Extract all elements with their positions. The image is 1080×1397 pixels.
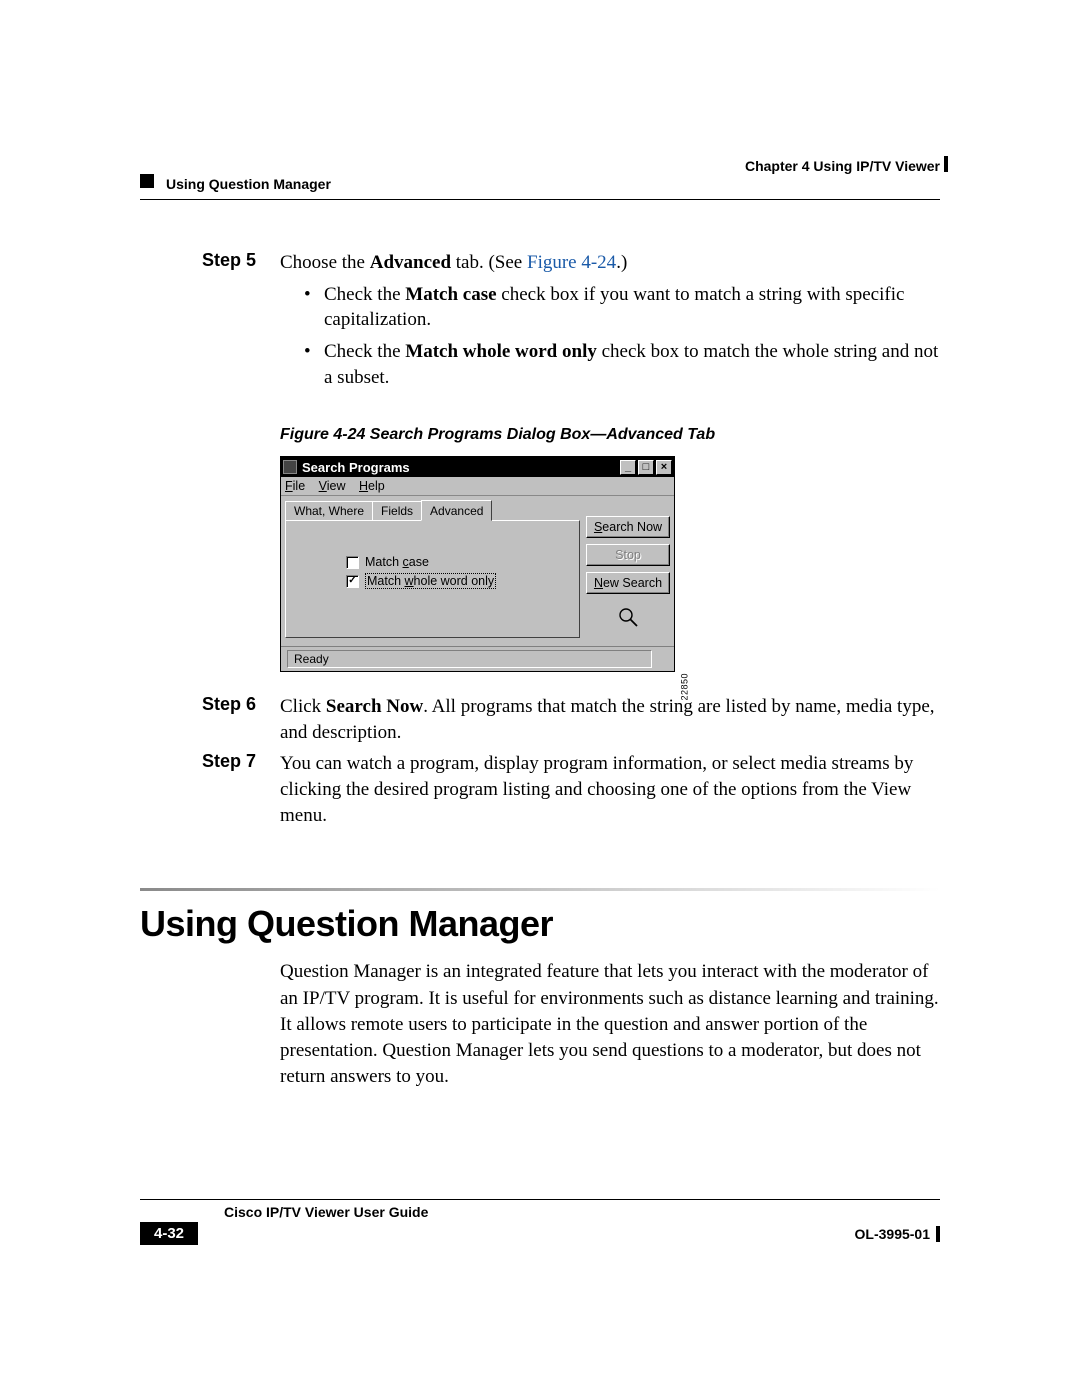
app-icon bbox=[283, 460, 297, 474]
titlebar: Search Programs _ □ × bbox=[281, 457, 674, 477]
step-5-bullets: Check the Match case check box if you wa… bbox=[280, 282, 940, 391]
qm-intro-paragraph: Question Manager is an integrated featur… bbox=[280, 959, 940, 1090]
bullet-item: Check the Match whole word only check bo… bbox=[304, 339, 940, 390]
magnifier-icon bbox=[617, 606, 639, 628]
status-bar: Ready bbox=[281, 646, 674, 671]
text: .) bbox=[616, 252, 627, 273]
footer-guide-title: Cisco IP/TV Viewer User Guide bbox=[224, 1204, 940, 1220]
tab-advanced[interactable]: Advanced bbox=[421, 500, 492, 521]
document-number: OL-3995-01 bbox=[855, 1226, 930, 1242]
section-label: Using Question Manager bbox=[166, 176, 331, 192]
text-bold: Search Now bbox=[326, 696, 423, 717]
text: Choose the bbox=[280, 252, 370, 273]
dialog-body: What, Where Fields Advanced Match case M… bbox=[281, 496, 674, 646]
bullet-item: Check the Match case check box if you wa… bbox=[304, 282, 940, 333]
resize-grip-icon bbox=[652, 650, 668, 668]
figure-4-24: Search Programs _ □ × File View Help Wha… bbox=[280, 456, 940, 672]
stop-button: Stop bbox=[586, 544, 670, 566]
tab-panel-advanced: Match case Match whole word only bbox=[285, 520, 580, 638]
side-buttons: Search Now Stop New Search bbox=[586, 500, 670, 642]
tab-fields[interactable]: Fields bbox=[372, 501, 422, 520]
match-case-label: Match case bbox=[365, 555, 429, 569]
figure-caption: Figure 4-24 Search Programs Dialog Box—A… bbox=[280, 426, 940, 444]
new-search-button[interactable]: New Search bbox=[586, 572, 670, 594]
match-case-checkbox[interactable] bbox=[346, 556, 359, 569]
step-7-body: You can watch a program, display program… bbox=[280, 751, 940, 828]
header-square-icon bbox=[140, 174, 154, 188]
text: Check the bbox=[324, 284, 405, 305]
menu-bar: File View Help bbox=[281, 477, 674, 496]
close-button[interactable]: × bbox=[656, 460, 672, 475]
running-header: Chapter 4 Using IP/TV Viewer Using Quest… bbox=[140, 160, 940, 200]
step-5-label: Step 5 bbox=[140, 250, 280, 396]
step-6: Step 6 Click Search Now. All programs th… bbox=[140, 694, 940, 745]
text-bold: Match whole word only bbox=[405, 341, 597, 362]
maximize-button[interactable]: □ bbox=[638, 460, 654, 475]
step-5-body: Choose the Advanced tab. (See Figure 4-2… bbox=[280, 250, 940, 396]
text-bold: Match case bbox=[405, 284, 496, 305]
chapter-label: Chapter 4 Using IP/TV Viewer bbox=[745, 158, 940, 174]
running-footer: Cisco IP/TV Viewer User Guide 4-32 OL-39… bbox=[140, 1199, 940, 1245]
section-divider bbox=[140, 888, 940, 891]
text: Check the bbox=[324, 341, 405, 362]
menu-file[interactable]: File bbox=[285, 479, 305, 493]
footer-accent-bar bbox=[936, 1226, 940, 1242]
match-whole-word-row: Match whole word only bbox=[346, 573, 579, 589]
menu-help[interactable]: Help bbox=[359, 479, 385, 493]
match-case-row: Match case bbox=[346, 555, 579, 569]
step-6-body: Click Search Now. All programs that matc… bbox=[280, 694, 940, 745]
menu-view[interactable]: View bbox=[319, 479, 346, 493]
figure-id-label: 22850 bbox=[680, 673, 690, 701]
dialog-title: Search Programs bbox=[302, 460, 618, 475]
figure-link[interactable]: Figure 4-24 bbox=[527, 252, 616, 273]
match-whole-word-label: Match whole word only bbox=[365, 573, 496, 589]
minimize-button[interactable]: _ bbox=[620, 460, 636, 475]
step-7-label: Step 7 bbox=[140, 751, 280, 828]
step-6-label: Step 6 bbox=[140, 694, 280, 745]
tab-area: What, Where Fields Advanced Match case M… bbox=[285, 500, 580, 642]
match-whole-word-checkbox[interactable] bbox=[346, 575, 359, 588]
header-accent-bar bbox=[944, 156, 948, 172]
page-number: 4-32 bbox=[140, 1222, 198, 1245]
search-now-button[interactable]: Search Now bbox=[586, 516, 670, 538]
step-7: Step 7 You can watch a program, display … bbox=[140, 751, 940, 828]
text-bold: Advanced bbox=[370, 252, 451, 273]
tabs-row: What, Where Fields Advanced bbox=[285, 500, 580, 520]
heading-using-question-manager: Using Question Manager bbox=[140, 903, 940, 945]
text: Click bbox=[280, 696, 326, 717]
step-5: Step 5 Choose the Advanced tab. (See Fig… bbox=[140, 250, 940, 396]
page-content: Chapter 4 Using IP/TV Viewer Using Quest… bbox=[140, 160, 940, 1091]
tab-what-where[interactable]: What, Where bbox=[285, 501, 373, 520]
status-text: Ready bbox=[287, 650, 652, 668]
text: tab. (See bbox=[451, 252, 527, 273]
search-programs-dialog: Search Programs _ □ × File View Help Wha… bbox=[280, 456, 675, 672]
